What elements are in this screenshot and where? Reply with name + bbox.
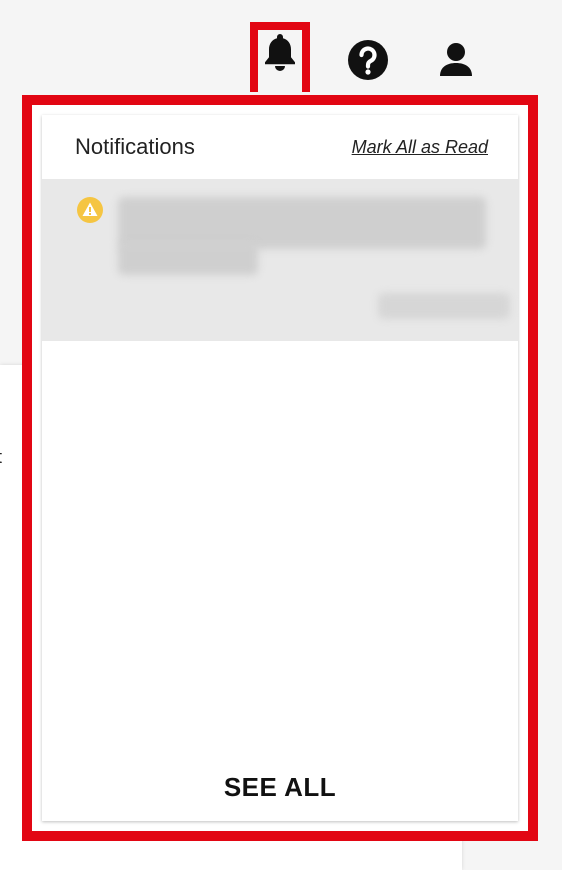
- profile-icon: [440, 43, 472, 76]
- notifications-bell-button[interactable]: [250, 22, 310, 92]
- mark-all-read-link[interactable]: Mark All as Read: [352, 137, 488, 158]
- redacted-message: [118, 243, 258, 275]
- see-all-link[interactable]: SEE ALL: [42, 772, 518, 803]
- profile-button[interactable]: [434, 38, 478, 82]
- warning-icon: [77, 197, 103, 223]
- redacted-message: [118, 197, 486, 249]
- help-button[interactable]: [346, 38, 390, 82]
- notifications-title: Notifications: [75, 134, 195, 159]
- notification-item[interactable]: [42, 179, 518, 341]
- notifications-header: Notifications Mark All as Read: [42, 115, 518, 179]
- bell-icon: [265, 34, 295, 71]
- notifications-panel: Notifications Mark All as Read SEE ALL: [42, 115, 518, 821]
- background-line: est: [0, 447, 2, 468]
- notifications-panel-highlight: Notifications Mark All as Read SEE ALL: [22, 95, 538, 841]
- redacted-timestamp: [378, 293, 510, 319]
- help-icon: [348, 40, 388, 80]
